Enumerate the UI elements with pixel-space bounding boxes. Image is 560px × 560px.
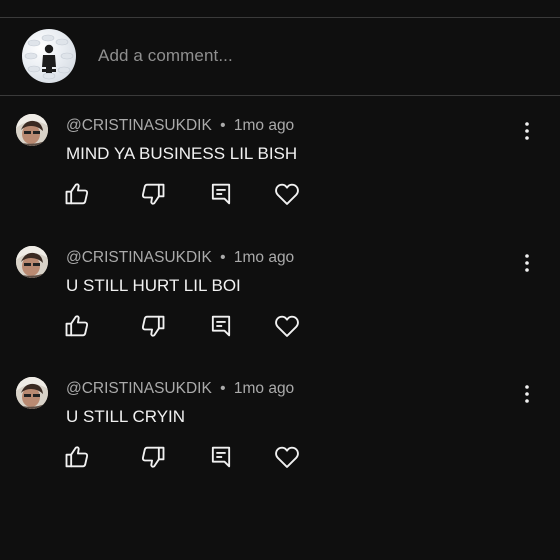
thumbs-up-icon[interactable] — [63, 443, 91, 471]
meta-separator: • — [220, 380, 226, 397]
heart-icon[interactable] — [273, 443, 301, 471]
heart-icon[interactable] — [273, 312, 301, 340]
composer-divider — [0, 95, 560, 96]
comment-actions — [0, 180, 560, 210]
thumbs-down-icon[interactable] — [139, 443, 167, 471]
comment-meta: @CRISTINASUKDIK • 1mo ago — [66, 249, 294, 267]
comment-author[interactable]: @CRISTINASUKDIK — [66, 380, 212, 397]
comment-actions — [0, 312, 560, 342]
comment-meta: @CRISTINASUKDIK • 1mo ago — [66, 117, 294, 135]
thumbs-up-icon[interactable] — [63, 312, 91, 340]
meta-separator: • — [220, 249, 226, 266]
comment-item: @CRISTINASUKDIK • 1mo ago U STILL CRYIN — [0, 363, 560, 483]
comment-time: 1mo ago — [233, 117, 295, 134]
thumbs-up-icon[interactable] — [63, 180, 91, 208]
reply-icon[interactable] — [207, 443, 235, 471]
comment-text: MIND YA BUSINESS LIL BISH — [66, 144, 298, 163]
comment-time: 1mo ago — [233, 380, 295, 397]
reply-icon[interactable] — [207, 180, 235, 208]
thumbs-down-icon[interactable] — [139, 180, 167, 208]
comment-text: U STILL HURT LIL BOI — [66, 276, 241, 295]
more-vertical-icon[interactable] — [519, 384, 535, 404]
comment-composer[interactable]: Add a comment... — [0, 18, 560, 95]
commenter-avatar[interactable] — [16, 377, 48, 409]
comment-text: U STILL CRYIN — [66, 407, 186, 426]
comments-panel: Add a comment... @CRISTINASUKDIK • 1mo a… — [0, 0, 560, 560]
commenter-avatar[interactable] — [16, 114, 48, 146]
comment-actions — [0, 443, 560, 473]
heart-icon[interactable] — [273, 180, 301, 208]
thumbs-down-icon[interactable] — [139, 312, 167, 340]
more-vertical-icon[interactable] — [519, 253, 535, 273]
comment-item: @CRISTINASUKDIK • 1mo ago MIND YA BUSINE… — [0, 100, 560, 220]
comment-author[interactable]: @CRISTINASUKDIK — [66, 249, 212, 266]
meta-separator: • — [220, 117, 226, 134]
reply-icon[interactable] — [207, 312, 235, 340]
comment-author[interactable]: @CRISTINASUKDIK — [66, 117, 212, 134]
more-vertical-icon[interactable] — [519, 121, 535, 141]
comment-meta: @CRISTINASUKDIK • 1mo ago — [66, 380, 294, 398]
commenter-avatar[interactable] — [16, 246, 48, 278]
comment-item: @CRISTINASUKDIK • 1mo ago U STILL HURT L… — [0, 232, 560, 352]
comment-input[interactable]: Add a comment... — [98, 46, 233, 66]
composer-avatar — [22, 29, 76, 83]
comment-time: 1mo ago — [233, 249, 295, 266]
